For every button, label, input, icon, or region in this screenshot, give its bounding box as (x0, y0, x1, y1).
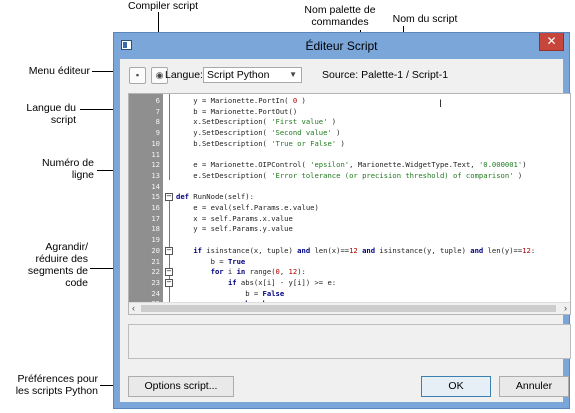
ok-button[interactable]: OK (421, 376, 491, 397)
dialog-body: ▪ ◉ Langue: Script Python ▼ Source: Pale… (120, 59, 571, 402)
code-text: e = Marionette.OIPControl( 'epsilon', Ma… (176, 160, 527, 170)
code-line[interactable]: 17 x = self.Params.x.value (129, 214, 569, 225)
code-text: x.SetDescription( 'First value' ) (176, 117, 337, 127)
line-number: 21 (151, 256, 160, 266)
line-number: 15 (151, 192, 160, 202)
code-text: if abs(x[i] - y[i]) >= e: (227, 277, 337, 287)
callout-langue-script: Langue du script (26, 102, 76, 126)
code-text: b = Marionette.PortOut() (176, 106, 298, 116)
code-text: for i in range(0, 12): (210, 267, 306, 277)
horizontal-scrollbar[interactable]: ‹ › (129, 302, 570, 314)
line-number: 10 (151, 138, 160, 148)
line-number: 7 (155, 106, 160, 116)
code-line[interactable]: 7 b = Marionette.PortOut() (129, 107, 569, 118)
code-text: b = False (176, 288, 285, 298)
code-line[interactable]: 19 (129, 235, 569, 246)
fold-toggle-icon[interactable]: − (165, 193, 173, 202)
code-text: if isinstance(x, tuple) and len(x)==12 a… (193, 245, 536, 255)
title-bar[interactable]: Éditeur Script ✕ (114, 33, 569, 58)
source-label: Source: Palette-1 / Script-1 (322, 69, 449, 81)
line-number: 8 (155, 117, 160, 127)
callout-numero-ligne: Numéro de ligne (42, 157, 94, 181)
line-number: 6 (155, 96, 160, 105)
code-text: x = self.Params.x.value (176, 213, 293, 223)
code-line[interactable]: 11 (129, 150, 569, 161)
close-button[interactable]: ✕ (539, 33, 564, 51)
options-script-button[interactable]: Options script... (128, 376, 234, 397)
code-line[interactable]: 13 e.SetDescription( 'Error tolerance (o… (129, 171, 569, 182)
cancel-button[interactable]: Annuler (499, 376, 569, 397)
code-line[interactable]: 14 (129, 182, 569, 193)
code-text: b = True (176, 256, 246, 266)
text-cursor-icon: I (439, 98, 443, 110)
fold-toggle-icon[interactable]: − (165, 246, 173, 255)
language-label: Langue: (165, 69, 203, 81)
line-number: 13 (151, 170, 160, 180)
scroll-right-icon[interactable]: › (564, 303, 567, 314)
language-select-value: Script Python (207, 69, 270, 81)
code-line[interactable]: 18 y = self.Params.y.value (129, 224, 569, 235)
code-line[interactable]: 20− if isinstance(x, tuple) and len(x)==… (129, 246, 569, 257)
code-text: y = self.Params.y.value (176, 224, 293, 234)
chevron-down-icon: ▼ (289, 70, 297, 79)
output-panel (128, 324, 571, 359)
scroll-left-icon[interactable]: ‹ (132, 303, 135, 314)
code-text: e = eval(self.Params.e.value) (176, 203, 319, 212)
fold-toggle-icon[interactable]: − (165, 278, 173, 287)
line-number: 11 (151, 149, 160, 159)
line-number: 23 (151, 277, 160, 287)
line-number: 14 (151, 181, 160, 191)
line-number: 19 (151, 235, 160, 245)
menu-icon: ▪ (135, 70, 140, 80)
line-number: 9 (155, 128, 160, 138)
window-title: Éditeur Script (305, 39, 378, 53)
code-line[interactable]: 15− def RunNode(self): (129, 192, 569, 203)
callout-menu-editeur: Menu éditeur (28, 65, 90, 77)
code-line[interactable]: 21 b = True (129, 257, 569, 268)
callout-preferences-python: Préférences pour les scripts Python (15, 373, 98, 397)
code-line[interactable]: 6 y = Marionette.PortIn( 0 ) (129, 96, 569, 107)
code-editor[interactable]: 6 y = Marionette.PortIn( 0 ) 7 b = Marion… (128, 93, 571, 315)
line-number: 24 (151, 288, 160, 298)
callout-nom-script: Nom du script (392, 13, 458, 25)
language-select[interactable]: Script Python ▼ (203, 67, 302, 83)
code-line[interactable]: 10 b.SetDescription( 'True or False' ) (129, 139, 569, 150)
editor-menu-button[interactable]: ▪ (129, 67, 146, 84)
code-line[interactable]: 22− for i in range(0, 12): (129, 267, 569, 278)
editor-window: Éditeur Script ✕ ▪ ◉ Langue: Script Pyth… (113, 32, 571, 409)
code-text: def RunNode(self): (176, 192, 254, 202)
callout-nom-palette: Nom palette de commandes (304, 4, 376, 28)
code-text: y.SetDescription( 'Second value' ) (176, 128, 341, 138)
code-text: b.SetDescription( 'True or False' ) (176, 138, 345, 148)
line-number: 20 (151, 245, 160, 255)
line-number: 17 (151, 213, 160, 223)
line-number: 16 (151, 203, 160, 212)
code-line[interactable]: 9 y.SetDescription( 'Second value' ) (129, 128, 569, 139)
code-text: e.SetDescription( 'Error tolerance (or p… (176, 170, 523, 180)
line-number: 12 (151, 160, 160, 170)
line-number: 22 (151, 267, 160, 277)
callout-agrandir-reduire: Agrandir/ réduire des segments de code (27, 241, 88, 289)
code-line[interactable]: 12 e = Marionette.OIPControl( 'epsilon',… (129, 160, 569, 171)
code-text: y = Marionette.PortIn( 0 ) (176, 96, 306, 105)
code-line[interactable]: 24 b = False (129, 289, 569, 300)
line-number: 18 (151, 224, 160, 234)
fold-toggle-icon[interactable]: − (165, 268, 173, 277)
code-line[interactable]: 23− if abs(x[i] - y[i]) >= e: (129, 278, 569, 289)
code-line[interactable]: 16 e = eval(self.Params.e.value) (129, 203, 569, 214)
compile-icon: ◉ (155, 70, 164, 80)
callout-compiler-script: Compiler script (127, 0, 198, 12)
code-line[interactable]: 8 x.SetDescription( 'First value' ) (129, 117, 569, 128)
scrollbar-thumb[interactable] (141, 305, 556, 312)
